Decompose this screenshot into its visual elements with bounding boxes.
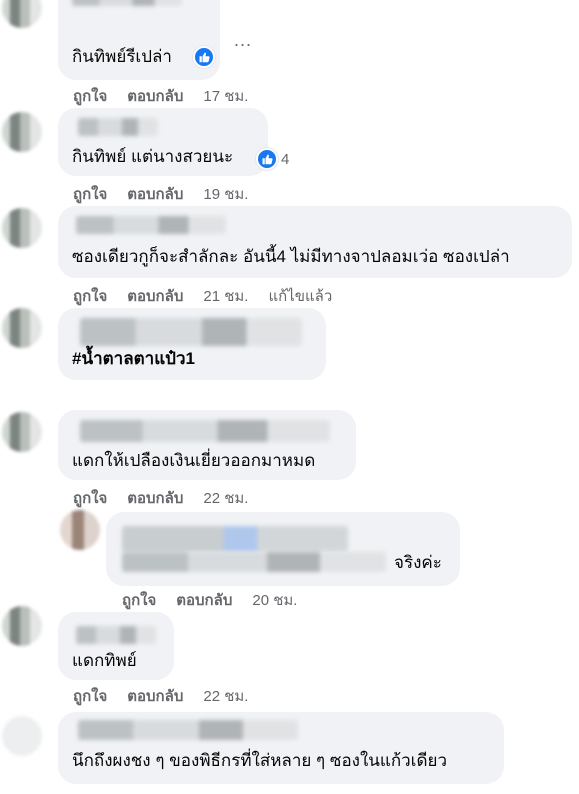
- comment-bubble: นึกถึงผงชง ๆ ของพิธีกรที่ใส่หลาย ๆ ซองใน…: [58, 712, 504, 784]
- reaction-badge[interactable]: [193, 46, 215, 68]
- reaction-count: 4: [281, 150, 290, 168]
- like-button[interactable]: ถูกใจ: [122, 588, 156, 612]
- comment-text: #น้ำตาลตาแป๋ว1: [72, 349, 195, 368]
- blurred-text: [122, 552, 386, 572]
- more-dots-icon[interactable]: ...: [234, 30, 252, 51]
- comment-text: จริงค่ะ: [394, 553, 442, 572]
- commenter-name[interactable]: [122, 526, 348, 552]
- comment-text: กินทิพย์รีเปล่า: [72, 47, 172, 66]
- reply-button[interactable]: ตอบกลับ: [127, 182, 183, 206]
- comment-text: กินทิพย์ แต่นางสวยนะ: [72, 147, 234, 166]
- like-button[interactable]: ถูกใจ: [73, 182, 107, 206]
- comment-bubble: แดกทิพย์: [58, 612, 174, 680]
- comment-bubble: กินทิพย์ แต่นางสวยนะ: [58, 108, 268, 176]
- like-button[interactable]: ถูกใจ: [73, 284, 107, 308]
- thumbs-up-icon: [256, 148, 278, 170]
- commenter-name[interactable]: [76, 216, 226, 234]
- timestamp[interactable]: 22 ชม.: [203, 486, 248, 510]
- comment-actions: ถูกใจ ตอบกลับ 20 ชม.: [122, 588, 297, 612]
- like-button[interactable]: ถูกใจ: [73, 486, 107, 510]
- avatar[interactable]: [60, 510, 100, 550]
- reaction-badge[interactable]: 4: [256, 148, 289, 170]
- commenter-name[interactable]: [76, 626, 156, 644]
- avatar[interactable]: [2, 208, 42, 248]
- comment-bubble: กินทิพย์รีเปล่า: [58, 0, 220, 80]
- comment-bubble: แดกให้เปลืองเงินเยี่ยวออกมาหมด: [58, 410, 356, 480]
- timestamp[interactable]: 22 ชม.: [203, 684, 248, 708]
- avatar[interactable]: [2, 716, 42, 756]
- thumbs-up-icon: [193, 46, 215, 68]
- commenter-name[interactable]: [72, 0, 182, 6]
- comment-bubble: จริงค่ะ: [106, 512, 460, 586]
- comment-text: ซองเดียวกูก็จะสำลักละ อันนี้4 ไม่มีทางจา…: [72, 247, 510, 266]
- edited-label[interactable]: แก้ไขแล้ว: [268, 284, 332, 308]
- comment-text: แดกทิพย์: [72, 651, 137, 670]
- timestamp[interactable]: 20 ชม.: [252, 588, 297, 612]
- commenter-name[interactable]: [78, 720, 298, 740]
- reply-button[interactable]: ตอบกลับ: [176, 588, 232, 612]
- comment-bubble: #น้ำตาลตาแป๋ว1: [58, 308, 326, 380]
- avatar[interactable]: [2, 112, 42, 152]
- timestamp[interactable]: 17 ชม.: [203, 84, 248, 108]
- comment-actions: ถูกใจ ตอบกลับ 22 ชม.: [73, 486, 248, 510]
- avatar[interactable]: [2, 412, 42, 452]
- avatar[interactable]: [2, 0, 42, 28]
- reply-button[interactable]: ตอบกลับ: [127, 284, 183, 308]
- avatar[interactable]: [2, 308, 42, 348]
- commenter-name[interactable]: [78, 118, 158, 136]
- comment-actions: ถูกใจ ตอบกลับ 21 ชม. แก้ไขแล้ว: [73, 284, 332, 308]
- like-button[interactable]: ถูกใจ: [73, 684, 107, 708]
- comment-actions: ถูกใจ ตอบกลับ 22 ชม.: [73, 684, 248, 708]
- timestamp[interactable]: 19 ชม.: [203, 182, 248, 206]
- reply-button[interactable]: ตอบกลับ: [127, 486, 183, 510]
- reply-button[interactable]: ตอบกลับ: [127, 684, 183, 708]
- comment-actions: ถูกใจ ตอบกลับ 17 ชม.: [73, 84, 248, 108]
- commenter-name[interactable]: [80, 420, 330, 442]
- comment-bubble: ซองเดียวกูก็จะสำลักละ อันนี้4 ไม่มีทางจา…: [58, 206, 572, 278]
- commenter-name[interactable]: [80, 318, 302, 346]
- comment-actions: ถูกใจ ตอบกลับ 19 ชม.: [73, 182, 248, 206]
- reply-button[interactable]: ตอบกลับ: [127, 84, 183, 108]
- timestamp[interactable]: 21 ชม.: [203, 284, 248, 308]
- comment-text: นึกถึงผงชง ๆ ของพิธีกรที่ใส่หลาย ๆ ซองใน…: [72, 751, 448, 770]
- avatar[interactable]: [2, 606, 42, 646]
- comment-text: แดกให้เปลืองเงินเยี่ยวออกมาหมด: [72, 451, 316, 470]
- like-button[interactable]: ถูกใจ: [73, 84, 107, 108]
